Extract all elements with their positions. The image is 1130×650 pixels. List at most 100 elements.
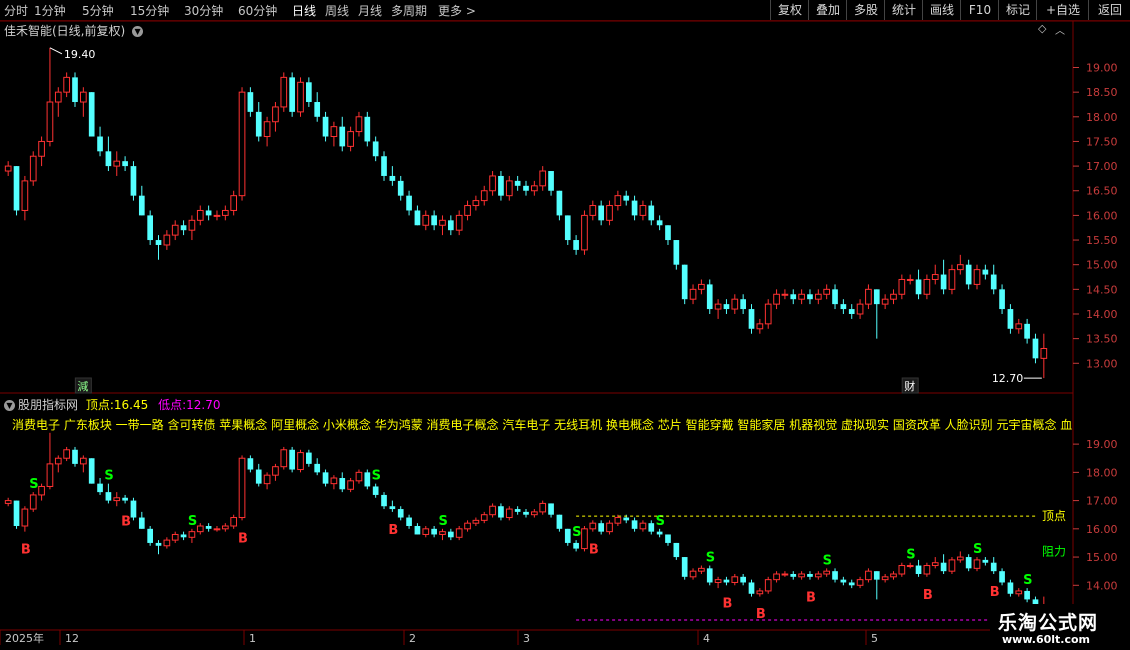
main-axis-label: 17.50 <box>1086 135 1118 148</box>
candle-body-down <box>631 200 638 216</box>
candle-body-down <box>289 449 295 470</box>
candle-body-down <box>999 289 1005 310</box>
date-label: 12 <box>65 632 79 645</box>
candle-body-up <box>756 323 764 330</box>
candle-body-down <box>740 576 746 583</box>
candle-body-up <box>531 511 538 516</box>
buy-signal: B <box>589 543 599 558</box>
candle-body-up <box>781 573 789 576</box>
candle-body-up <box>171 533 179 541</box>
watermark-name: 乐淘公式网 <box>998 612 1099 634</box>
buy-signal: B <box>121 514 131 529</box>
indicator-axis-label: 14.00 <box>1086 579 1118 592</box>
candle-body-down <box>873 571 880 580</box>
min-price-label: 12.70 <box>992 372 1024 385</box>
candle-body-up <box>714 303 722 310</box>
candle-body-up <box>38 485 45 496</box>
candle-body-down <box>548 503 554 515</box>
candle-body-down <box>447 220 454 231</box>
watermark-url: www.60lt.com <box>1002 633 1091 646</box>
candle-body-up <box>823 570 831 575</box>
candle-body-up <box>263 474 271 485</box>
candle-body-up <box>29 155 37 182</box>
candle-body-down <box>665 534 671 543</box>
candle-body-down <box>389 175 396 181</box>
main-axis-label: 13.00 <box>1086 357 1118 370</box>
candle-body-down <box>122 161 128 167</box>
candle-body-down <box>665 225 671 241</box>
candle-body-down <box>982 269 989 275</box>
candle-body-up <box>46 101 54 142</box>
buy-signal: B <box>990 585 1000 600</box>
candle-body-up <box>906 278 914 281</box>
candle-body-up <box>297 452 304 471</box>
candle-body-up <box>480 514 488 521</box>
candle-body-down <box>940 562 947 572</box>
candle-body-down <box>514 180 521 186</box>
candle-body-up <box>505 180 513 197</box>
candle-body-up <box>29 494 37 510</box>
candle-body-up <box>881 576 889 581</box>
candle-body-down <box>372 486 379 495</box>
candle-body-up <box>439 219 446 226</box>
candle-body-down <box>548 171 554 191</box>
candle-body-up <box>188 219 196 231</box>
candle-body-up <box>798 293 805 300</box>
candle-body-up <box>606 205 613 221</box>
candle-body-down <box>648 205 655 221</box>
candle-body-up <box>923 565 931 575</box>
candle-body-up <box>464 522 471 530</box>
candle-body-down <box>130 500 137 518</box>
candle-body-up <box>221 209 229 216</box>
candle-body-down <box>832 289 838 305</box>
candle-body-up <box>171 224 179 236</box>
candle-body-down <box>940 274 947 290</box>
candle-body-up <box>355 471 363 482</box>
candle-body-up <box>1015 323 1023 330</box>
candle-body-up <box>422 528 430 535</box>
candle-body-up <box>531 185 538 192</box>
candle-body-up <box>505 508 513 519</box>
candle-body-down <box>848 582 855 586</box>
candle-body-up <box>63 76 70 93</box>
candle-body-up <box>773 573 780 581</box>
candle-body-down <box>982 559 989 563</box>
candle-body-down <box>431 215 437 226</box>
candle-body-up <box>422 214 430 226</box>
candle-body-down <box>414 526 421 535</box>
sell-signal: S <box>372 469 381 484</box>
candle-body-up <box>80 91 87 103</box>
candle-body-down <box>147 215 153 241</box>
candle-body-down <box>255 111 262 137</box>
candle-body-up <box>21 180 29 211</box>
support-resist-label: 阻力 <box>1042 544 1066 558</box>
indicator-axis-label: 16.00 <box>1086 523 1118 536</box>
candle-body-down <box>656 220 663 226</box>
main-axis-label: 19.00 <box>1086 62 1118 75</box>
main-axis-label: 18.50 <box>1086 86 1118 99</box>
candle-body-down <box>406 517 412 526</box>
main-axis-label: 13.50 <box>1086 333 1118 346</box>
indicator-axis-label: 19.00 <box>1086 438 1118 451</box>
candle-body-up <box>606 522 613 533</box>
candle-body-down <box>564 215 571 241</box>
candle-body-down <box>965 264 972 285</box>
candle-body-up <box>856 579 864 586</box>
candle-body-down <box>339 126 346 147</box>
candle-body-down <box>807 294 813 300</box>
candle-body-up <box>931 274 939 280</box>
candle-body-down <box>514 509 521 512</box>
sell-signal: S <box>29 477 38 492</box>
candle-body-up <box>731 298 739 310</box>
candle-body-down <box>915 565 922 574</box>
candle-body-down <box>790 574 797 577</box>
candle-body-up <box>80 457 87 465</box>
candle-body-up <box>355 116 363 133</box>
candle-body-up <box>581 528 588 550</box>
candle-body-up <box>221 525 229 530</box>
candle-body-down <box>790 294 797 300</box>
candle-body-down <box>406 195 412 211</box>
candle-body-down <box>556 190 563 216</box>
candle-body-up <box>113 497 121 502</box>
kline-chart[interactable]: BBBBBBBB B BSSSSSSSS S S SS 19.0018.5018.0017… <box>0 0 1130 650</box>
